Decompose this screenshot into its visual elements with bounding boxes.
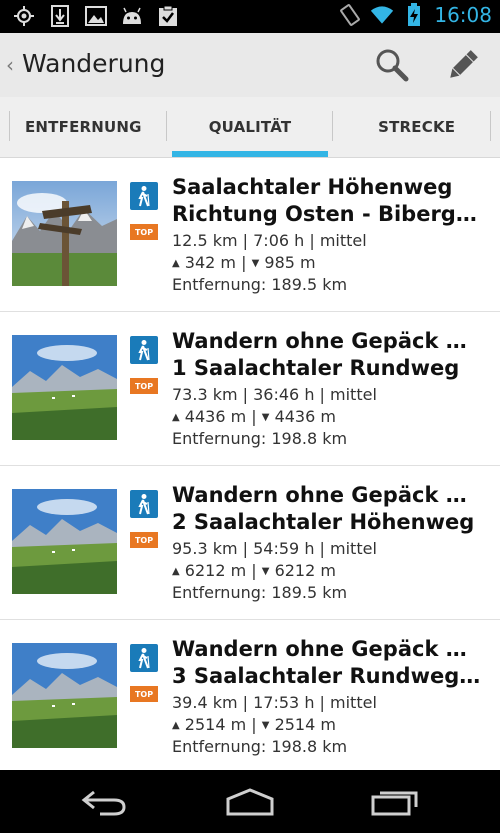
battery-charging-icon — [402, 3, 426, 26]
page-title[interactable]: Wanderung — [22, 49, 165, 78]
ascent-arrow-icon: ▲ — [172, 412, 180, 423]
sort-tabs: ENTFERNUNG QUALITÄT STRECKE — [0, 97, 500, 158]
hiking-icon — [130, 490, 158, 518]
route-distance: Entfernung: 189.5 km — [172, 583, 348, 602]
route-elevation: ▲ 4436 m | ▼ 4436 m — [172, 407, 336, 426]
hiking-icon — [130, 644, 158, 672]
top-badge: TOP — [130, 686, 158, 702]
list-item[interactable]: TOP Wandern ohne Gepäck Route 2 Saalacht… — [0, 466, 500, 620]
route-elevation: ▲ 342 m | ▼ 985 m — [172, 253, 316, 272]
descent: 2514 m — [274, 715, 336, 734]
selected-tab-indicator — [171, 151, 329, 157]
route-thumbnail — [12, 643, 117, 748]
tab-label: ENTFERNUNG — [24, 118, 142, 136]
ascent: 4436 m — [184, 407, 247, 426]
up-navigation-icon[interactable]: ‹ — [6, 53, 14, 77]
route-list: TOP Saalachtaler Höhenweg Richtung Osten… — [0, 158, 500, 774]
route-distance: Entfernung: 198.8 km — [172, 737, 348, 756]
hiking-icon — [130, 182, 158, 210]
descent-arrow-icon: ▼ — [251, 258, 260, 269]
descent: 985 m — [264, 253, 316, 272]
route-elevation: ▲ 2514 m | ▼ 2514 m — [172, 715, 336, 734]
tab-qualitaet[interactable]: QUALITÄT — [167, 97, 334, 157]
top-badge: TOP — [130, 532, 158, 548]
tab-entfernung[interactable]: ENTFERNUNG — [0, 97, 167, 157]
pencil-icon[interactable] — [443, 45, 483, 85]
route-stats: 12.5 km | 7:06 h | mittel — [172, 231, 367, 250]
route-thumbnail — [12, 489, 117, 594]
tab-strecke[interactable]: STRECKE — [333, 97, 500, 157]
download-icon — [48, 5, 72, 27]
tab-label: QUALITÄT — [208, 118, 292, 136]
wifi-icon — [370, 4, 394, 26]
route-stats: 95.3 km | 54:59 h | mittel — [172, 539, 377, 558]
route-stats: 39.4 km | 17:53 h | mittel — [172, 693, 377, 712]
descent-arrow-icon: ▼ — [261, 412, 270, 423]
ascent: 342 m — [184, 253, 237, 272]
recent-apps-icon[interactable] — [366, 784, 426, 820]
top-badge: TOP — [130, 378, 158, 394]
descent: 6212 m — [274, 561, 336, 580]
android-icon — [120, 5, 144, 27]
image-icon — [84, 5, 108, 27]
ascent-arrow-icon: ▲ — [172, 566, 180, 577]
navigation-bar — [0, 770, 500, 833]
gps-icon — [12, 5, 36, 27]
clipboard-check-icon — [156, 5, 180, 27]
top-badge: TOP — [130, 224, 158, 240]
descent-arrow-icon: ▼ — [261, 566, 270, 577]
home-icon[interactable] — [220, 784, 280, 820]
action-bar: ‹ Wanderung — [0, 33, 500, 97]
ascent: 6212 m — [184, 561, 247, 580]
route-elevation: ▲ 6212 m | ▼ 6212 m — [172, 561, 336, 580]
search-icon[interactable] — [374, 47, 410, 83]
route-distance: Entfernung: 198.8 km — [172, 429, 348, 448]
route-title: Wandern ohne Gepäck Route 1 Saalachtaler… — [172, 329, 482, 380]
screen-rotate-icon — [338, 4, 362, 26]
list-item[interactable]: TOP Saalachtaler Höhenweg Richtung Osten… — [0, 158, 500, 312]
route-stats: 73.3 km | 36:46 h | mittel — [172, 385, 377, 404]
route-title: Saalachtaler Höhenweg Richtung Osten - B… — [172, 175, 477, 226]
route-thumbnail — [12, 335, 117, 440]
hiking-icon — [130, 336, 158, 364]
ascent-arrow-icon: ▲ — [172, 720, 180, 731]
back-icon[interactable] — [74, 784, 134, 820]
route-title: Wandern ohne Gepäck Route 3 Saalachtaler… — [172, 637, 482, 688]
list-item[interactable]: TOP Wandern ohne Gepäck Route 1 Saalacht… — [0, 312, 500, 466]
ascent: 2514 m — [184, 715, 247, 734]
ascent-arrow-icon: ▲ — [172, 258, 180, 269]
tab-label: STRECKE — [378, 118, 456, 136]
descent: 4436 m — [274, 407, 336, 426]
descent-arrow-icon: ▼ — [261, 720, 270, 731]
route-distance: Entfernung: 189.5 km — [172, 275, 348, 294]
list-item[interactable]: TOP Wandern ohne Gepäck Route 3 Saalacht… — [0, 620, 500, 774]
clock: 16:08 — [434, 3, 492, 27]
status-bar: 16:08 — [0, 0, 500, 33]
route-title: Wandern ohne Gepäck Route 2 Saalachtaler… — [172, 483, 482, 534]
route-thumbnail — [12, 181, 117, 286]
